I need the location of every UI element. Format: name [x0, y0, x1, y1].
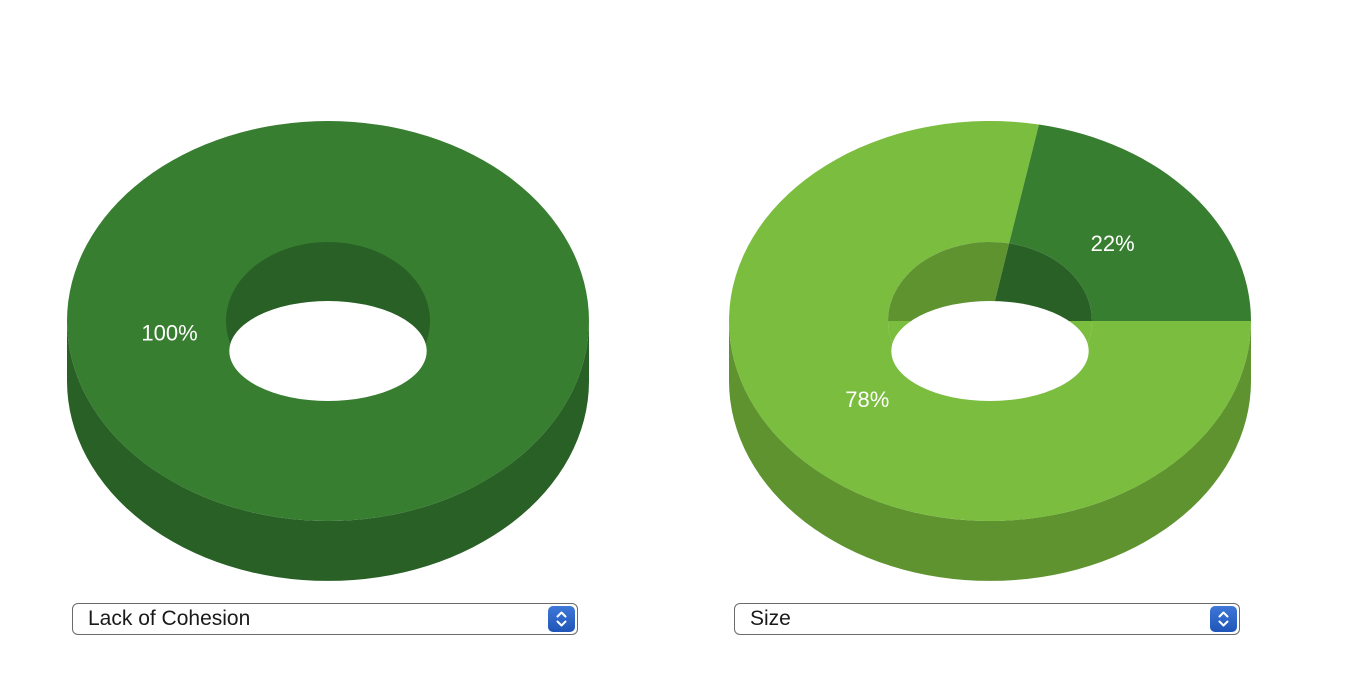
slice-label-0: 100%	[141, 320, 197, 345]
donut-hole	[891, 301, 1089, 401]
metric-select[interactable]: Lack of Cohesion	[72, 603, 578, 635]
chart-panel-lack-of-cohesion: 100% Lack of Cohesion	[48, 0, 608, 676]
slice-label-0: 78%	[845, 387, 889, 412]
metric-select-value: Lack of Cohesion	[88, 607, 251, 630]
chart-panel-size: 78% 22% Size	[710, 0, 1270, 676]
metric-select[interactable]: Size	[734, 603, 1240, 635]
donut-chart-size: 78% 22%	[729, 120, 1251, 581]
slice-label-1: 22%	[1091, 231, 1135, 256]
chevron-up-down-icon[interactable]	[1210, 606, 1237, 632]
chevron-up-down-icon[interactable]	[548, 606, 575, 632]
metric-select-value: Size	[750, 607, 791, 630]
donut-hole	[229, 301, 427, 401]
donut-chart-lack-of-cohesion: 100%	[67, 121, 589, 581]
